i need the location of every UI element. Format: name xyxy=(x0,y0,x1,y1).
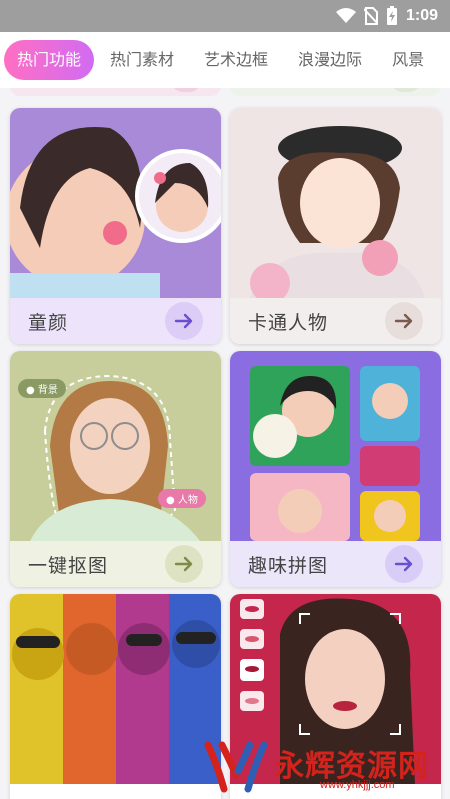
watermark-url: www.yhkjjj.com xyxy=(320,779,395,791)
tab-hot-features[interactable]: 热门功能 xyxy=(4,40,95,80)
battery-charging-icon xyxy=(386,6,397,25)
fun-collage-preview-image xyxy=(230,351,441,541)
cartoon-character-preview-image xyxy=(230,108,441,298)
tab-romantic-borders[interactable]: 浪漫边际 xyxy=(284,40,376,80)
color-filter-preview-image xyxy=(10,594,221,784)
no-sim-icon xyxy=(363,7,378,25)
tab-hot-materials[interactable]: 热门素材 xyxy=(96,40,188,80)
card-title: 趣味拼图 xyxy=(248,554,329,577)
watermark: 永辉资源网 www.yhkjjj.com xyxy=(200,735,450,799)
person-tag-label: 人物 xyxy=(177,495,198,506)
status-time: 1:09 xyxy=(405,7,438,24)
partial-card-right[interactable] xyxy=(230,88,441,96)
tab-scenery[interactable]: 风景 xyxy=(378,40,438,80)
childlike-face-preview-image xyxy=(10,108,221,298)
background-tag: ● 背景 xyxy=(18,379,66,398)
arrow-right-button[interactable] xyxy=(165,545,203,583)
arrow-right-icon xyxy=(394,313,413,329)
category-tabs: 热门功能 热门素材 艺术边框 浪漫边际 风景 xyxy=(0,32,450,88)
background-tag-label: 背景 xyxy=(37,385,58,396)
arrow-right-button[interactable] xyxy=(385,302,423,340)
card-footer: 卡通人物 xyxy=(230,298,441,344)
card-title: 卡通人物 xyxy=(248,311,329,334)
partial-card-left[interactable] xyxy=(10,88,221,96)
partial-arrow-button xyxy=(391,88,421,92)
feature-grid: 童颜 卡通人物 ● 背景 ● 人物 一键抠图 趣味拼图 xyxy=(0,88,450,799)
tab-art-frames[interactable]: 艺术边框 xyxy=(190,40,282,80)
arrow-right-button[interactable] xyxy=(385,545,423,583)
card-footer: 一键抠图 xyxy=(10,541,221,587)
card-footer: 童颜 xyxy=(10,298,221,344)
card-footer: 趣味拼图 xyxy=(230,541,441,587)
status-icons: 1:09 xyxy=(335,4,438,28)
card-title: 童颜 xyxy=(28,311,69,334)
arrow-right-icon xyxy=(394,556,413,572)
feature-card-childlike-face[interactable]: 童颜 xyxy=(10,108,221,344)
partial-arrow-button xyxy=(171,88,201,92)
arrow-right-icon xyxy=(174,313,193,329)
feature-card-cartoon-character[interactable]: 卡通人物 xyxy=(230,108,441,344)
feature-card-color-filter[interactable] xyxy=(10,594,221,799)
status-bar: 1:09 xyxy=(0,0,450,32)
watermark-logo-icon xyxy=(204,741,268,793)
arrow-right-button[interactable] xyxy=(165,302,203,340)
arrow-right-icon xyxy=(174,556,193,572)
wifi-icon xyxy=(335,8,356,23)
person-tag: ● 人物 xyxy=(158,489,206,508)
feature-card-one-click-cutout[interactable]: ● 背景 ● 人物 一键抠图 xyxy=(10,351,221,587)
card-title: 一键抠图 xyxy=(28,554,109,577)
feature-card-fun-collage[interactable]: 趣味拼图 xyxy=(230,351,441,587)
